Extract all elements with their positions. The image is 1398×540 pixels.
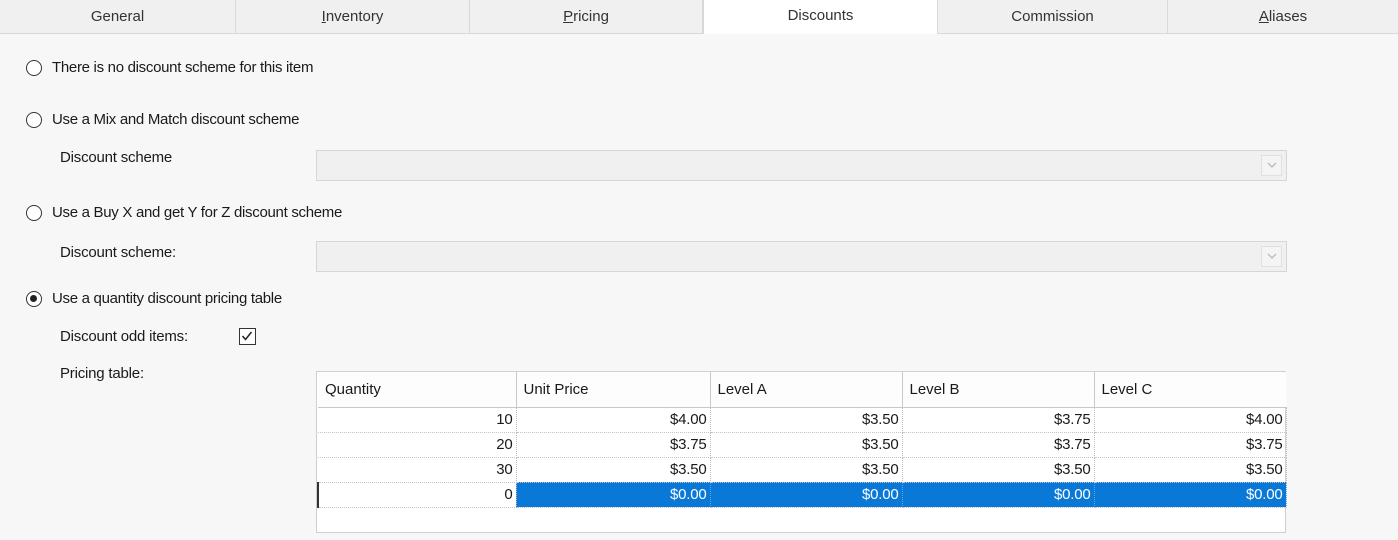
column-header-level-a[interactable]: Level A xyxy=(710,372,903,408)
quantity-table-option[interactable]: Use a quantity discount pricing table xyxy=(26,290,282,307)
discount-odd-items-label: Discount odd items: xyxy=(60,328,188,345)
tab-label: General xyxy=(90,8,145,25)
checkmark-icon xyxy=(241,331,253,341)
level-a-cell[interactable]: $3.50 xyxy=(710,407,903,433)
level-a-cell[interactable]: $3.50 xyxy=(710,457,903,483)
tab-label: Discounts xyxy=(787,7,854,24)
tab-label: ricing xyxy=(573,8,609,25)
mix-match-radio[interactable] xyxy=(26,111,42,128)
table-row[interactable]: 10 $4.00 $3.50 $3.75 $4.00 xyxy=(318,407,1287,433)
mix-match-scheme-label: Discount scheme xyxy=(60,149,173,166)
level-c-cell[interactable]: $3.50 xyxy=(1094,457,1287,483)
unit-price-cell[interactable]: $4.00 xyxy=(516,407,711,433)
discount-odd-items-checkbox[interactable] xyxy=(239,328,256,345)
pricing-table-grid[interactable]: Quantity Unit Price Level A Level B Leve… xyxy=(316,371,1287,533)
quantity-table-radio[interactable] xyxy=(26,290,42,307)
unit-price-cell[interactable]: $3.50 xyxy=(516,457,711,483)
level-a-cell[interactable]: $3.50 xyxy=(710,432,903,458)
pricing-table-label: Pricing table: xyxy=(60,365,144,382)
level-c-cell[interactable]: $4.00 xyxy=(1094,407,1287,433)
no-discount-label: There is no discount scheme for this ite… xyxy=(52,59,314,76)
column-header-unit-price[interactable]: Unit Price xyxy=(516,372,711,408)
column-header-quantity[interactable]: Quantity xyxy=(318,372,517,408)
mix-match-label: Use a Mix and Match discount scheme xyxy=(52,111,300,128)
buy-x-label: Use a Buy X and get Y for Z discount sch… xyxy=(52,204,343,221)
table-row[interactable]: 30 $3.50 $3.50 $3.50 $3.50 xyxy=(318,457,1287,483)
tab-pricing[interactable]: Pricing xyxy=(470,0,703,33)
tab-label: liases xyxy=(1268,8,1308,25)
chevron-down-icon[interactable] xyxy=(1261,155,1282,176)
buy-x-scheme-label: Discount scheme: xyxy=(60,244,177,261)
buy-x-option[interactable]: Use a Buy X and get Y for Z discount sch… xyxy=(26,204,342,221)
tab-mnemonic: A xyxy=(1258,8,1269,25)
column-header-level-b[interactable]: Level B xyxy=(902,372,1095,408)
buy-x-radio[interactable] xyxy=(26,204,42,221)
tab-label: nventory xyxy=(325,8,384,25)
tab-discounts[interactable]: Discounts xyxy=(703,0,938,34)
no-discount-option[interactable]: There is no discount scheme for this ite… xyxy=(26,59,313,76)
column-header-level-c[interactable]: Level C xyxy=(1094,372,1286,408)
tab-general[interactable]: General xyxy=(0,0,236,33)
mix-match-scheme-select[interactable] xyxy=(316,150,1287,181)
buy-x-scheme-select[interactable] xyxy=(316,241,1287,272)
level-b-cell[interactable]: $3.75 xyxy=(902,432,1095,458)
level-c-cell[interactable]: $0.00 xyxy=(1094,482,1287,508)
level-c-cell[interactable]: $3.75 xyxy=(1094,432,1287,458)
table-row[interactable]: 20 $3.75 $3.50 $3.75 $3.75 xyxy=(318,432,1287,458)
chevron-down-icon[interactable] xyxy=(1261,246,1282,267)
tab-commission[interactable]: Commission xyxy=(938,0,1168,33)
quantity-cell[interactable]: 10 xyxy=(318,407,517,433)
unit-price-cell[interactable]: $3.75 xyxy=(516,432,711,458)
quantity-table-label: Use a quantity discount pricing table xyxy=(52,290,282,307)
tab-inventory[interactable]: Inventory xyxy=(236,0,470,33)
tab-aliases[interactable]: Aliases xyxy=(1168,0,1398,33)
level-b-cell[interactable]: $3.50 xyxy=(902,457,1095,483)
tab-label: Commission xyxy=(1011,8,1094,25)
level-a-cell[interactable]: $0.00 xyxy=(710,482,903,508)
quantity-cell-editing[interactable]: 0 xyxy=(317,482,517,508)
tab-strip: General Inventory Pricing Discounts Comm… xyxy=(0,0,1398,34)
quantity-cell[interactable]: 20 xyxy=(318,432,517,458)
level-b-cell[interactable]: $0.00 xyxy=(902,482,1095,508)
mix-match-option[interactable]: Use a Mix and Match discount scheme xyxy=(26,111,299,128)
unit-price-cell[interactable]: $0.00 xyxy=(516,482,711,508)
table-row-selected[interactable]: 0 $0.00 $0.00 $0.00 $0.00 xyxy=(317,482,1287,508)
no-discount-radio[interactable] xyxy=(26,59,42,76)
table-header-row: Quantity Unit Price Level A Level B Leve… xyxy=(318,372,1286,408)
quantity-cell[interactable]: 30 xyxy=(318,457,517,483)
tab-mnemonic: P xyxy=(563,8,574,25)
level-b-cell[interactable]: $3.75 xyxy=(902,407,1095,433)
